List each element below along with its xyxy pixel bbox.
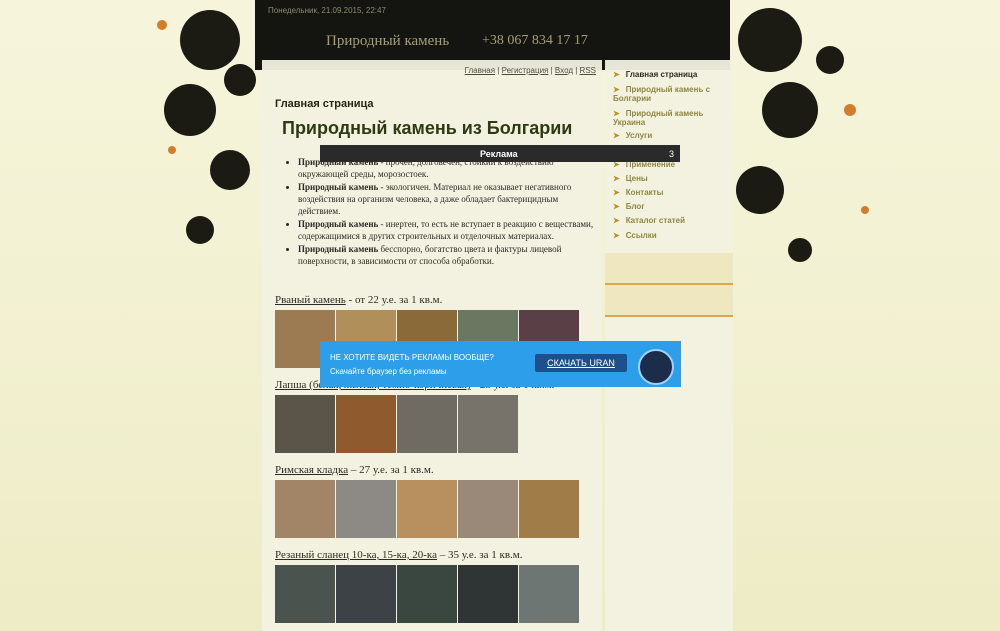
sidebar-box	[605, 253, 733, 285]
arrow-right-icon: ➤	[613, 70, 620, 79]
sidebar-item-bulgaria[interactable]: ➤ Природный камень с Болгарии	[613, 85, 723, 103]
sidebar-item-ukraine[interactable]: ➤ Природный камень Украина	[613, 109, 723, 127]
ad-banner-headline: НЕ ХОТИТЕ ВИДЕТЬ РЕКЛАМЫ ВООБЩЕ?	[330, 353, 494, 362]
stone-thumb[interactable]	[275, 480, 335, 538]
site-title[interactable]: Природный камень	[326, 33, 449, 50]
ad-label: Реклама	[480, 149, 518, 159]
ad-banner-subtitle: Скачайте браузер без рекламы	[330, 367, 447, 376]
download-button[interactable]: СКАЧАТЬ URAN	[535, 354, 627, 372]
link-register[interactable]: Регистрация	[502, 66, 549, 75]
stone-thumb[interactable]	[458, 395, 518, 453]
sidebar-item-blog[interactable]: ➤ Блог	[613, 202, 723, 211]
list-item: Природный камень - инертен, то есть не в…	[298, 218, 598, 242]
floral-pattern-left	[157, 10, 256, 244]
link-rss[interactable]: RSS	[580, 66, 596, 75]
sidebar-item-contacts[interactable]: ➤ Контакты	[613, 188, 723, 197]
section-title-ripped-stone: Рваный камень - от 22 у.е. за 1 кв.м.	[275, 294, 443, 306]
top-links: Главная | Регистрация | Вход | RSS	[464, 66, 596, 75]
stone-thumb[interactable]	[397, 565, 457, 623]
section-title-roman: Римская кладка – 27 у.е. за 1 кв.м.	[275, 464, 434, 476]
stone-thumb[interactable]	[336, 565, 396, 623]
benefits-list: Природный камень - прочен, долговечен, с…	[286, 156, 598, 268]
sidebar-item-home[interactable]: ➤ Главная страница	[613, 70, 723, 79]
stone-thumb[interactable]	[275, 395, 335, 453]
ad-bar[interactable]: Реклама 3	[320, 145, 680, 162]
arrow-right-icon: ➤	[613, 188, 620, 197]
arrow-right-icon: ➤	[613, 174, 620, 183]
stone-thumb[interactable]	[519, 565, 579, 623]
arrow-right-icon: ➤	[613, 131, 620, 140]
stone-thumb[interactable]	[519, 480, 579, 538]
thumbs-roman	[275, 480, 580, 538]
ad-banner[interactable]: НЕ ХОТИТЕ ВИДЕТЬ РЕКЛАМЫ ВООБЩЕ? Скачайт…	[320, 341, 681, 387]
section-title-cut-slate: Резаный сланец 10-ка, 15-ка, 20-ка – 35 …	[275, 549, 523, 561]
arrow-right-icon: ➤	[613, 231, 620, 240]
link-login[interactable]: Вход	[555, 66, 573, 75]
sidebar-box	[605, 285, 733, 317]
arrow-right-icon: ➤	[613, 85, 620, 94]
thumbs-lapsha	[275, 395, 519, 453]
page-heading: Главная страница	[275, 98, 374, 110]
stone-thumb[interactable]	[275, 565, 335, 623]
stone-thumb[interactable]	[336, 395, 396, 453]
list-item: Природный камень - экологичен. Материал …	[298, 181, 598, 217]
sidebar-item-prices[interactable]: ➤ Цены	[613, 174, 723, 183]
sidebar-item-catalog[interactable]: ➤ Каталог статей	[613, 216, 723, 225]
arrow-right-icon: ➤	[613, 216, 620, 225]
thumbs-cut-slate	[275, 565, 580, 623]
stone-thumb[interactable]	[458, 480, 518, 538]
main-title: Природный камень из Болгарии	[282, 118, 573, 138]
stone-thumb[interactable]	[458, 565, 518, 623]
browser-logo-icon	[638, 349, 674, 385]
arrow-right-icon: ➤	[613, 109, 620, 118]
header-phone: +38 067 834 17 17	[482, 33, 588, 48]
header-date: Понедельник, 21.09.2015, 22:47	[268, 6, 386, 15]
ad-countdown: 3	[668, 149, 674, 159]
arrow-right-icon: ➤	[613, 202, 620, 211]
floral-pattern-right	[736, 8, 869, 262]
stone-thumb[interactable]	[397, 395, 457, 453]
stone-thumb[interactable]	[397, 480, 457, 538]
stone-thumb[interactable]	[336, 480, 396, 538]
sidebar-item-links[interactable]: ➤ Ссылки	[613, 231, 723, 240]
list-item: Природный камень бесспорно, богатство цв…	[298, 243, 598, 267]
link-home[interactable]: Главная	[465, 66, 495, 75]
sidebar-item-services[interactable]: ➤ Услуги	[613, 131, 723, 140]
